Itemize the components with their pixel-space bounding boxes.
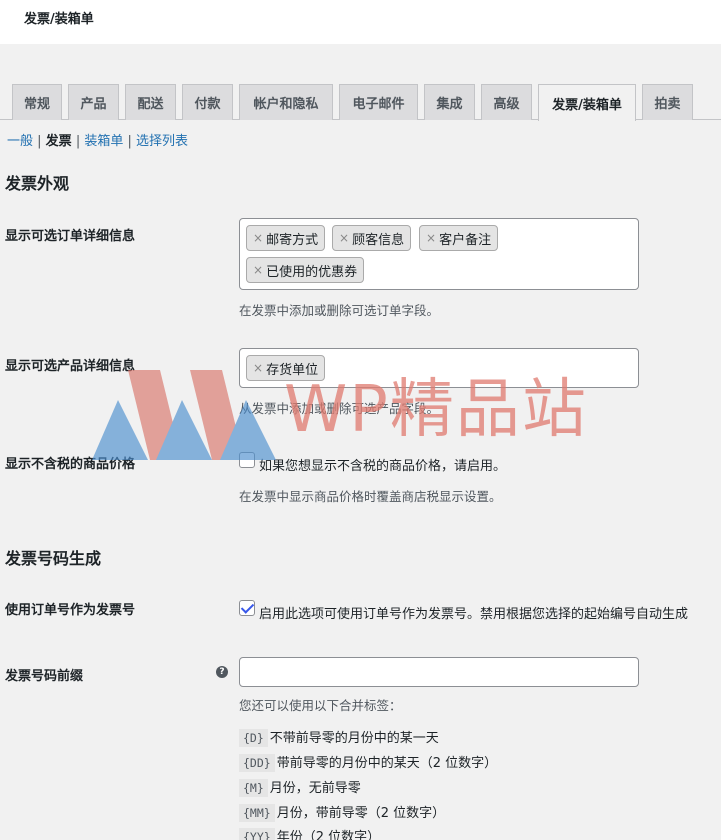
tax-free-checkbox[interactable] xyxy=(239,452,255,468)
remove-chip-icon[interactable]: × xyxy=(253,263,263,277)
merge-tag-row: {YY} 年份（2 位数字） xyxy=(239,826,380,840)
chip-label: 顾客信息 xyxy=(352,232,405,248)
merge-tag-code: {D} xyxy=(239,729,268,747)
subnav-picklist[interactable]: 选择列表 xyxy=(136,134,188,149)
merge-tag-text: 月份，无前导零 xyxy=(269,781,361,796)
merge-tag-code: {YY} xyxy=(239,828,275,840)
sub-navigation: 一般 | 发票 | 装箱单 | 选择列表 xyxy=(7,134,189,149)
chip-label: 已使用的优惠券 xyxy=(266,264,358,280)
merge-tag-code: {M} xyxy=(239,779,268,797)
subnav-packing[interactable]: 装箱单 xyxy=(84,134,123,149)
merge-tag-row: {D} 不带前导零的月份中的某一天 xyxy=(239,727,439,747)
merge-tag-code: {DD} xyxy=(239,754,275,772)
use-order-number-checkbox[interactable] xyxy=(239,600,255,616)
merge-tag-text: 带前导零的月份中的某天（2 位数字） xyxy=(276,756,498,771)
tab-products[interactable]: 产品 xyxy=(68,84,119,120)
chip-label: 客户备注 xyxy=(439,232,492,248)
tax-free-checkbox-label: 如果您想显示不含税的商品价格，请启用。 xyxy=(259,459,507,474)
prefix-desc: 您还可以使用以下合并标签： xyxy=(239,698,402,713)
remove-chip-icon[interactable]: × xyxy=(426,231,436,245)
merge-tag-row: {MM} 月份，带前导零（2 位数字） xyxy=(239,802,446,822)
merge-tag-text: 不带前导零的月份中的某一天 xyxy=(269,731,439,746)
merge-tag-row: {DD} 带前导零的月份中的某天（2 位数字） xyxy=(239,752,498,772)
order-details-label: 显示可选订单详细信息 xyxy=(5,229,136,244)
remove-chip-icon[interactable]: × xyxy=(253,361,263,375)
chip-label: 邮寄方式 xyxy=(266,232,319,248)
tab-payments[interactable]: 付款 xyxy=(182,84,233,120)
chip-shipping-method: × 邮寄方式 xyxy=(246,225,326,251)
tab-emails[interactable]: 电子邮件 xyxy=(339,84,418,120)
tax-free-label: 显示不含税的商品价格 xyxy=(5,457,136,472)
product-details-label: 显示可选产品详细信息 xyxy=(5,359,136,374)
tab-accounts-privacy[interactable]: 帐户和隐私 xyxy=(239,84,333,120)
use-order-number-checkbox-label: 启用此选项可使用订单号作为发票号。禁用根据您选择的起始编号自动生成 xyxy=(259,607,689,622)
subnav-invoice: 发票 xyxy=(45,134,72,149)
merge-tag-text: 年份（2 位数字） xyxy=(276,830,381,840)
use-order-number-label: 使用订单号作为发票号 xyxy=(5,603,136,618)
merge-tag-row: {M} 月份，无前导零 xyxy=(239,777,361,797)
subnav-general[interactable]: 一般 xyxy=(7,134,33,149)
tab-invoice-packing[interactable]: 发票/装箱单 xyxy=(538,84,636,121)
merge-tag-code: {MM} xyxy=(239,804,275,822)
help-icon[interactable]: ? xyxy=(216,666,228,678)
chip-customer-info: × 顾客信息 xyxy=(332,225,412,251)
prefix-label: 发票号码前缀 xyxy=(5,669,84,684)
top-bar: 发票/装箱单 xyxy=(0,0,721,44)
tax-free-desc: 在发票中显示商品价格时覆盖商店税显示设置。 xyxy=(239,489,502,504)
remove-chip-icon[interactable]: × xyxy=(339,231,349,245)
numbering-heading: 发票号码生成 xyxy=(5,549,102,568)
appearance-heading: 发票外观 xyxy=(5,174,70,193)
tab-auctions[interactable]: 拍卖 xyxy=(642,84,693,120)
order-details-select[interactable]: × 邮寄方式 × 顾客信息 × 客户备注 × 已使用的优惠券 xyxy=(239,218,639,290)
watermark-text: WP精品站 xyxy=(284,373,588,447)
tab-general[interactable]: 常规 xyxy=(12,84,62,120)
remove-chip-icon[interactable]: × xyxy=(253,231,263,245)
chip-customer-notes: × 客户备注 xyxy=(419,225,499,251)
tab-shipping[interactable]: 配送 xyxy=(125,84,176,120)
page-title: 发票/装箱单 xyxy=(24,12,94,27)
settings-tabs: 常规 产品 配送 付款 帐户和隐私 电子邮件 集成 高级 发票/装箱单 拍卖 xyxy=(0,84,721,121)
chip-coupons-used: × 已使用的优惠券 xyxy=(246,257,365,283)
merge-tag-text: 月份，带前导零（2 位数字） xyxy=(276,806,446,821)
tab-integration[interactable]: 集成 xyxy=(424,84,475,120)
tab-advanced[interactable]: 高级 xyxy=(481,84,532,120)
order-details-desc: 在发票中添加或删除可选订单字段。 xyxy=(239,303,440,318)
prefix-input[interactable] xyxy=(239,657,639,687)
